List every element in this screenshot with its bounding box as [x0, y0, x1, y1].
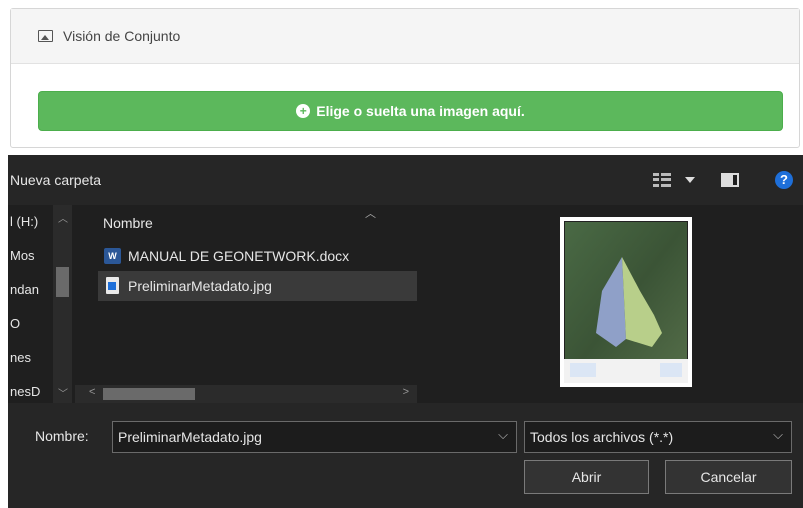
image-icon: [38, 30, 53, 42]
horizontal-scrollbar[interactable]: < >: [75, 385, 417, 403]
chevron-down-icon[interactable]: ⌵: [773, 427, 783, 443]
new-folder-button[interactable]: Nueva carpeta: [10, 172, 101, 188]
panel-title: Visión de Conjunto: [63, 28, 181, 44]
filename-value[interactable]: PreliminarMetadato.jpg: [118, 429, 262, 445]
navigation-pane: l (H:) Mos ndan O nes nesD ︿ ﹀: [8, 205, 72, 403]
map-image: [564, 221, 688, 383]
scroll-right-icon[interactable]: >: [403, 386, 409, 398]
filename-label: Nombre:: [35, 428, 89, 444]
column-header-name[interactable]: Nombre ︿: [75, 205, 417, 241]
scroll-left-icon[interactable]: <: [89, 386, 95, 398]
help-icon[interactable]: ?: [775, 171, 793, 189]
panel-header: Visión de Conjunto: [11, 9, 799, 64]
nav-scrollbar[interactable]: ︿ ﹀: [53, 205, 72, 403]
map-thumbnail: [564, 221, 688, 383]
scroll-thumb[interactable]: [56, 267, 69, 297]
view-dropdown-icon[interactable]: [685, 177, 695, 183]
file-name: MANUAL DE GEONETWORK.docx: [128, 248, 350, 264]
dialog-toolbar: Nueva carpeta ?: [8, 155, 803, 205]
image-file-icon: [106, 277, 119, 294]
column-header-label: Nombre: [103, 215, 153, 231]
file-type-value: Todos los archivos (*.*): [530, 429, 674, 445]
file-name: PreliminarMetadato.jpg: [128, 278, 272, 294]
plus-circle-icon: +: [296, 104, 311, 118]
chevron-down-icon[interactable]: ⌵: [498, 427, 508, 443]
file-open-dialog: Nueva carpeta ? l (H:) Mos ndan O nes ne…: [8, 155, 803, 508]
file-list: Nombre ︿ W MANUAL DE GEONETWORK.docx Pre…: [75, 205, 417, 403]
view-options-icon[interactable]: [653, 173, 673, 187]
scroll-up-icon[interactable]: ︿: [58, 210, 68, 225]
open-button[interactable]: Abrir: [524, 460, 649, 494]
dialog-footer: Nombre: PreliminarMetadato.jpg ⌵ Todos l…: [8, 403, 803, 508]
preview-pane-icon[interactable]: [721, 173, 739, 187]
image-drop-button[interactable]: + Elige o suelta una imagen aquí.: [38, 91, 783, 131]
drop-label: Elige o suelta una imagen aquí.: [316, 103, 525, 119]
file-type-select[interactable]: Todos los archivos (*.*) ⌵: [524, 421, 792, 453]
filename-combobox[interactable]: PreliminarMetadato.jpg ⌵: [112, 421, 517, 453]
scroll-thumb[interactable]: [103, 388, 195, 400]
sort-ascending-icon: ︿: [365, 208, 376, 220]
file-item-jpg[interactable]: PreliminarMetadato.jpg: [98, 271, 417, 301]
scroll-down-icon[interactable]: ﹀: [58, 385, 68, 400]
cancel-button[interactable]: Cancelar: [665, 460, 792, 494]
overview-panel: Visión de Conjunto + Elige o suelta una …: [10, 8, 800, 148]
file-item-docx[interactable]: W MANUAL DE GEONETWORK.docx: [98, 241, 417, 271]
file-preview: [560, 217, 692, 387]
word-document-icon: W: [104, 248, 121, 264]
